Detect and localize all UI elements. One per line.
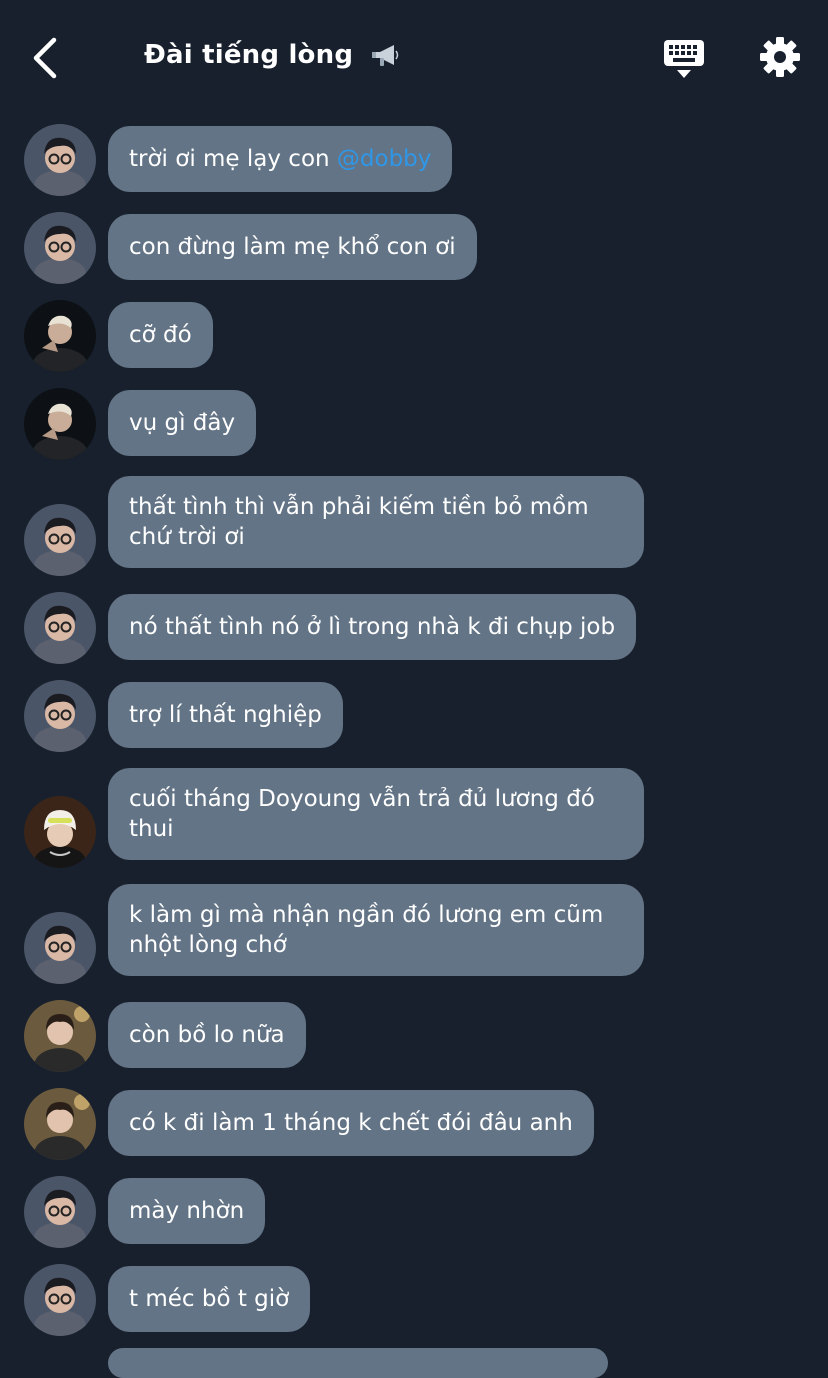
message-bubble[interactable]: có k đi làm 1 tháng k chết đói đâu anh xyxy=(108,1090,594,1156)
message-bubble[interactable]: còn bồ lo nữa xyxy=(108,1002,306,1068)
message-row: trời ơi mẹ lạy con @dobby xyxy=(0,124,828,196)
message-bubble[interactable]: nó thất tình nó ở lì trong nhà k đi chụp… xyxy=(108,594,637,660)
keyboard-hide-icon xyxy=(664,40,704,78)
user-mention-link[interactable]: @dobby xyxy=(337,146,431,172)
avatar-glasses-boy[interactable] xyxy=(24,1264,96,1336)
avatar-coat-boy[interactable] xyxy=(24,1000,96,1072)
message-bubble[interactable]: cỡ đó xyxy=(108,302,213,368)
chat-title-text: Đài tiếng lòng xyxy=(144,40,354,70)
message-bubble[interactable]: k làm gì mà nhận ngần đó lương em cũm nh… xyxy=(108,884,644,976)
avatar-beanie-boy[interactable] xyxy=(24,796,96,868)
message-bubble-partial[interactable] xyxy=(108,1348,608,1378)
avatar-glasses-boy[interactable] xyxy=(24,212,96,284)
message-row: k làm gì mà nhận ngần đó lương em cũm nh… xyxy=(0,884,828,984)
avatar-coat-boy[interactable] xyxy=(24,1088,96,1160)
message-row: t méc bồ t giờ xyxy=(0,1264,828,1336)
chevron-left-icon xyxy=(33,37,57,79)
message-bubble[interactable]: trợ lí thất nghiệp xyxy=(108,682,343,748)
avatar-dark-blond[interactable] xyxy=(24,300,96,372)
avatar-glasses-boy[interactable] xyxy=(24,124,96,196)
message-row: con đừng làm mẹ khổ con ơi xyxy=(0,212,828,284)
message-row: vụ gì đây xyxy=(0,388,828,460)
message-bubble[interactable]: vụ gì đây xyxy=(108,390,257,456)
keyboard-toggle-button[interactable] xyxy=(662,38,706,80)
message-row: trợ lí thất nghiệp xyxy=(0,680,828,752)
back-button[interactable] xyxy=(28,36,68,80)
message-bubble[interactable]: con đừng làm mẹ khổ con ơi xyxy=(108,214,477,280)
message-row: mày nhờn xyxy=(0,1176,828,1248)
settings-button[interactable] xyxy=(758,35,802,79)
message-row: thất tình thì vẫn phải kiếm tiền bỏ mồm … xyxy=(0,476,828,576)
gear-icon xyxy=(760,37,800,77)
page-title: Đài tiếng lòng xyxy=(144,40,400,70)
message-bubble[interactable]: mày nhờn xyxy=(108,1178,266,1244)
avatar-glasses-boy[interactable] xyxy=(24,680,96,752)
avatar-glasses-boy[interactable] xyxy=(24,1176,96,1248)
avatar-glasses-boy[interactable] xyxy=(24,504,96,576)
message-bubble[interactable]: trời ơi mẹ lạy con @dobby xyxy=(108,126,453,192)
avatar-glasses-boy[interactable] xyxy=(24,912,96,984)
message-bubble[interactable]: cuối tháng Doyoung vẫn trả đủ lương đó t… xyxy=(108,768,644,860)
avatar-dark-blond[interactable] xyxy=(24,388,96,460)
message-bubble[interactable]: t méc bồ t giờ xyxy=(108,1266,311,1332)
message-row: cuối tháng Doyoung vẫn trả đủ lương đó t… xyxy=(0,768,828,868)
message-row: cỡ đó xyxy=(0,300,828,372)
message-row: có k đi làm 1 tháng k chết đói đâu anh xyxy=(0,1088,828,1160)
message-list[interactable]: trời ơi mẹ lạy con @dobby con đừng làm m… xyxy=(0,124,828,1352)
message-row: nó thất tình nó ở lì trong nhà k đi chụp… xyxy=(0,592,828,664)
message-bubble[interactable]: thất tình thì vẫn phải kiếm tiền bỏ mồm … xyxy=(108,476,644,568)
message-row: còn bồ lo nữa xyxy=(0,1000,828,1072)
avatar-glasses-boy[interactable] xyxy=(24,592,96,664)
megaphone-icon xyxy=(372,44,399,66)
chat-header: Đài tiếng lòng xyxy=(0,0,828,110)
